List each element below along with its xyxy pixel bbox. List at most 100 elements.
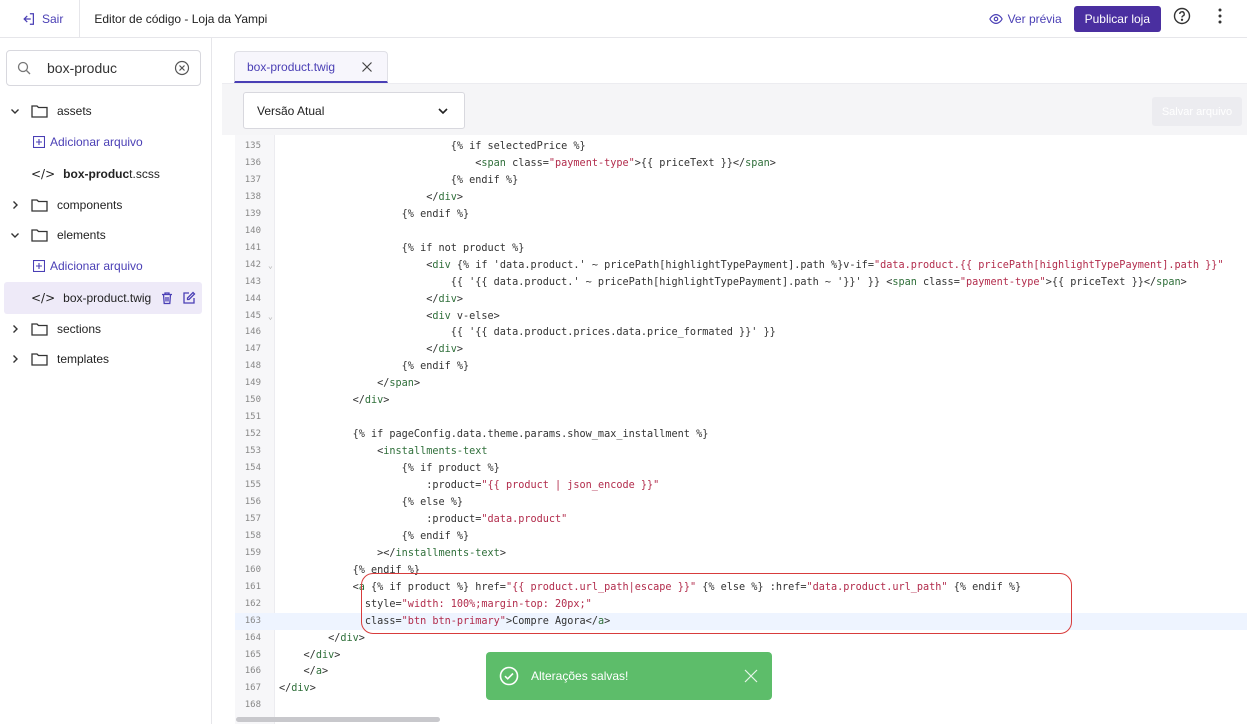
code-line[interactable]: 136 <span class="payment-type">{{ priceT… <box>235 155 1247 172</box>
version-select[interactable]: Versão Atual <box>243 92 465 129</box>
search-input[interactable]: box-produc <box>47 60 174 76</box>
close-toast-icon[interactable] <box>744 669 758 683</box>
code-text: <installments-text <box>279 446 488 458</box>
code-line[interactable]: 139 {% endif %} <box>235 206 1247 223</box>
preview-label: Ver prévia <box>1007 11 1062 26</box>
line-number: 157 <box>244 513 261 524</box>
preview-link[interactable]: Ver prévia <box>988 11 1062 26</box>
file-name: box-product.twig <box>63 291 152 305</box>
line-number: 158 <box>244 530 261 541</box>
code-line[interactable]: 148 {% endif %} <box>235 358 1247 375</box>
folder-icon <box>31 105 48 118</box>
code-text: </div> <box>279 344 464 356</box>
folder-label: assets <box>57 104 92 118</box>
code-line[interactable]: 157 :product="data.product" <box>235 511 1247 528</box>
code-line[interactable]: 159 ></installments-text> <box>235 545 1247 562</box>
code-text: <div {% if 'data.product.' ~ pricePath[h… <box>279 259 1224 271</box>
add-file-label: Adicionar arquivo <box>50 259 143 273</box>
code-line[interactable]: 151 <box>235 409 1247 426</box>
line-number: 154 <box>244 463 261 474</box>
code-line[interactable]: 156 {% else %} <box>235 494 1247 511</box>
file-box-product-twig[interactable]: </> box-product.twig <box>4 282 202 314</box>
code-line[interactable]: 153 <installments-text <box>235 443 1247 460</box>
fold-chevron-icon[interactable]: ⌄ <box>268 257 273 274</box>
code-line[interactable]: 150 </div> <box>235 392 1247 409</box>
line-number: 165 <box>244 649 261 660</box>
add-file-elements[interactable]: Adicionar arquivo <box>0 250 212 282</box>
chevron-right-icon <box>13 325 18 333</box>
folder-icon <box>31 353 48 366</box>
close-tab-icon[interactable] <box>361 61 373 73</box>
folder-label: components <box>57 198 123 212</box>
chevron-down-icon <box>11 109 19 114</box>
add-file-assets[interactable]: Adicionar arquivo <box>0 126 212 158</box>
file-search[interactable]: box-produc <box>6 50 201 86</box>
code-text: {% endif %} <box>279 361 470 373</box>
exit-button[interactable]: Sair <box>0 0 81 38</box>
tab-box-product-twig[interactable]: box-product.twig <box>234 51 388 83</box>
tab-label: box-product.twig <box>247 59 336 74</box>
line-number: 163 <box>244 615 261 626</box>
line-number: 144 <box>244 293 261 304</box>
clear-search-icon[interactable] <box>174 60 190 76</box>
code-line[interactable]: 140 <box>235 223 1247 240</box>
line-number: 161 <box>244 581 261 592</box>
line-number: 162 <box>244 598 261 609</box>
code-line[interactable]: 137 {% endif %} <box>235 172 1247 189</box>
code-line[interactable]: 149 </span> <box>235 375 1247 392</box>
line-number: 138 <box>244 191 261 202</box>
folder-assets[interactable]: assets <box>0 96 212 126</box>
code-text: :product="{{ product | json_encode }}" <box>279 480 660 491</box>
edit-icon[interactable] <box>182 291 196 305</box>
folder-sections[interactable]: sections <box>0 314 212 344</box>
line-number: 141 <box>244 242 261 253</box>
chevron-down-icon <box>438 107 448 114</box>
code-text: {% else %} <box>279 496 464 508</box>
file-box-product-scss[interactable]: </> box-produc t.scss <box>0 158 212 190</box>
line-number: 166 <box>244 666 261 677</box>
code-line[interactable]: 154 {% if product %} <box>235 460 1247 477</box>
file-name-match: box-produc <box>63 167 130 181</box>
code-line[interactable]: 144 </div> <box>235 291 1247 308</box>
code-line[interactable]: 155 :product="{{ product | json_encode }… <box>235 477 1247 494</box>
trash-icon[interactable] <box>160 291 174 305</box>
code-text: </a> <box>279 666 329 678</box>
code-line[interactable]: 147 </div> <box>235 341 1247 358</box>
folder-templates[interactable]: templates <box>0 344 212 374</box>
line-number: 139 <box>244 208 261 219</box>
horizontal-scrollbar[interactable] <box>236 717 440 722</box>
publish-button[interactable]: Publicar loja <box>1073 5 1161 32</box>
code-text: {% endif %} <box>279 174 519 186</box>
code-line[interactable]: 138 </div> <box>235 189 1247 206</box>
code-line[interactable]: 135 {% if selectedPrice %} <box>235 138 1247 155</box>
chevron-down-icon <box>11 233 19 238</box>
code-line[interactable]: 152 {% if pageConfig.data.theme.params.s… <box>235 426 1247 443</box>
fold-chevron-icon[interactable]: ⌄ <box>268 308 273 325</box>
help-button[interactable] <box>1173 7 1191 30</box>
code-text: {% endif %} <box>279 208 470 220</box>
exit-label: Sair <box>42 11 64 26</box>
code-editor[interactable]: 135 {% if selectedPrice %} 136 <span clas… <box>235 135 1247 724</box>
line-number: 153 <box>244 446 261 457</box>
code-line[interactable]: 158 {% endif %} <box>235 528 1247 545</box>
code-line[interactable]: 145 ⌄ <div v-else> <box>235 308 1247 325</box>
code-line[interactable]: 141 {% if not product %} <box>235 240 1247 257</box>
folder-elements[interactable]: elements <box>0 220 212 250</box>
line-number: 136 <box>244 157 261 168</box>
code-text: </div> <box>279 649 341 661</box>
help-icon <box>1173 7 1191 25</box>
code-text: </div> <box>279 683 316 695</box>
code-text: <div v-else> <box>279 310 500 322</box>
add-file-icon <box>33 136 45 148</box>
code-line[interactable]: 146 {{ '{{ data.product.prices.data.pric… <box>235 324 1247 341</box>
code-text: </div> <box>279 632 365 644</box>
line-number: 151 <box>244 412 261 423</box>
save-file-button[interactable]: Salvar arquivo <box>1152 97 1242 126</box>
code-line[interactable]: 142 ⌄ <div {% if 'data.product.' ~ priceP… <box>235 257 1247 274</box>
more-options-button[interactable] <box>1211 7 1229 30</box>
code-icon: </> <box>31 291 56 305</box>
line-number: 142 <box>244 259 261 270</box>
folder-components[interactable]: components <box>0 190 212 220</box>
code-line[interactable]: 143 {{ '{{ data.product.' ~ pricePath[hi… <box>235 274 1247 291</box>
top-bar: Sair Editor de código - Loja da Yampi Ve… <box>0 0 1247 38</box>
